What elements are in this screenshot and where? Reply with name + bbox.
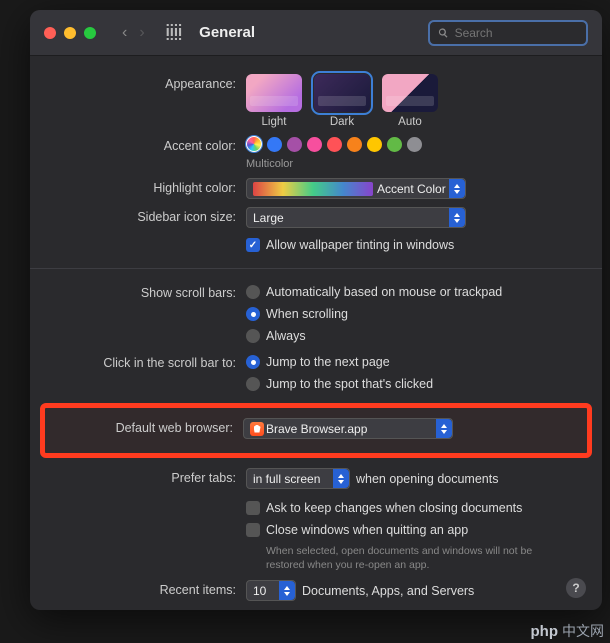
scrollbars-row: Show scroll bars: Automatically based on…: [48, 279, 584, 349]
accent-blue[interactable]: [267, 137, 282, 152]
appearance-auto[interactable]: Auto: [382, 74, 438, 128]
browser-row: Default web browser: Brave Browser.app: [53, 418, 579, 439]
highlight-row: Highlight color: Accent Color: [48, 174, 584, 203]
jump-spot-radio[interactable]: [246, 377, 260, 391]
tabs-select[interactable]: in full screen: [246, 468, 350, 489]
auto-preview-icon: [382, 74, 438, 112]
click-scroll-row: Click in the scroll bar to: Jump to the …: [48, 349, 584, 397]
sidebar-size-row: Sidebar icon size: Large Allow wallpaper…: [48, 203, 584, 258]
highlighted-section: Default web browser: Brave Browser.app: [40, 403, 592, 458]
tabs-label: Prefer tabs:: [48, 468, 246, 485]
toolbar: ‹ › ⠿⠿⠿⠿ General: [30, 10, 602, 56]
recent-select[interactable]: 10: [246, 580, 296, 601]
tabs-row: Prefer tabs: in full screen when opening…: [48, 464, 584, 576]
wallpaper-tint-checkbox[interactable]: [246, 238, 260, 252]
chevron-updown-icon: [333, 469, 349, 488]
accent-purple[interactable]: [287, 137, 302, 152]
recent-suffix: Documents, Apps, and Servers: [302, 584, 474, 598]
accent-green[interactable]: [387, 137, 402, 152]
accent-multicolor[interactable]: [246, 136, 262, 152]
highlight-select[interactable]: Accent Color: [246, 178, 466, 199]
appearance-row: Appearance: Light Dark Auto: [48, 70, 584, 132]
accent-graphite[interactable]: [407, 137, 422, 152]
search-input[interactable]: [455, 26, 578, 40]
close-icon[interactable]: [44, 27, 56, 39]
forward-button[interactable]: ›: [135, 22, 148, 44]
nav-arrows: ‹ ›: [118, 22, 149, 44]
watermark: php 中文网: [531, 621, 605, 641]
chevron-updown-icon: [449, 179, 465, 198]
accent-red[interactable]: [327, 137, 342, 152]
preferences-window: ‹ › ⠿⠿⠿⠿ General Appearance: Light Dark: [30, 10, 602, 610]
scroll-always-radio[interactable]: [246, 329, 260, 343]
close-quit-hint: When selected, open documents and window…: [246, 545, 566, 572]
accent-row: Accent color: Multicolor: [48, 132, 584, 174]
window-title: General: [199, 24, 255, 41]
browser-select[interactable]: Brave Browser.app: [243, 418, 453, 439]
window-controls: [44, 27, 96, 39]
chevron-updown-icon: [436, 419, 452, 438]
accent-sublabel: Multicolor: [246, 158, 584, 170]
back-button[interactable]: ‹: [118, 22, 131, 44]
appearance-label: Appearance:: [48, 74, 246, 91]
zoom-icon[interactable]: [84, 27, 96, 39]
accent-pink[interactable]: [307, 137, 322, 152]
help-button[interactable]: ?: [566, 578, 586, 598]
tabs-suffix: when opening documents: [356, 472, 498, 486]
chevron-updown-icon: [279, 581, 295, 600]
ask-keep-label: Ask to keep changes when closing documen…: [266, 501, 522, 515]
close-quit-label: Close windows when quitting an app: [266, 523, 468, 537]
minimize-icon[interactable]: [64, 27, 76, 39]
content: Appearance: Light Dark Auto: [30, 56, 602, 610]
light-preview-icon: [246, 74, 302, 112]
divider: [30, 268, 602, 269]
scrollbars-label: Show scroll bars:: [48, 283, 246, 300]
browser-label: Default web browser:: [53, 418, 243, 435]
show-all-button[interactable]: ⠿⠿⠿⠿: [165, 27, 182, 39]
sidebar-size-label: Sidebar icon size:: [48, 207, 246, 224]
accent-orange[interactable]: [347, 137, 362, 152]
accent-swatches: [246, 136, 584, 152]
jump-page-radio[interactable]: [246, 355, 260, 369]
search-field[interactable]: [428, 20, 588, 46]
close-quit-checkbox[interactable]: [246, 523, 260, 537]
ask-keep-checkbox[interactable]: [246, 501, 260, 515]
accent-label: Accent color:: [48, 136, 246, 153]
recent-label: Recent items:: [48, 580, 246, 597]
appearance-light[interactable]: Light: [246, 74, 302, 128]
search-icon: [438, 27, 449, 39]
click-scroll-label: Click in the scroll bar to:: [48, 353, 246, 370]
chevron-updown-icon: [449, 208, 465, 227]
scroll-auto-radio[interactable]: [246, 285, 260, 299]
recent-row: Recent items: 10 Documents, Apps, and Se…: [48, 576, 584, 610]
scroll-when-radio[interactable]: [246, 307, 260, 321]
gradient-icon: [253, 182, 373, 196]
accent-yellow[interactable]: [367, 137, 382, 152]
wallpaper-tint-label: Allow wallpaper tinting in windows: [266, 238, 454, 252]
highlight-label: Highlight color:: [48, 178, 246, 195]
sidebar-size-select[interactable]: Large: [246, 207, 466, 228]
appearance-dark[interactable]: Dark: [314, 74, 370, 128]
dark-preview-icon: [314, 74, 370, 112]
brave-icon: [250, 422, 264, 436]
